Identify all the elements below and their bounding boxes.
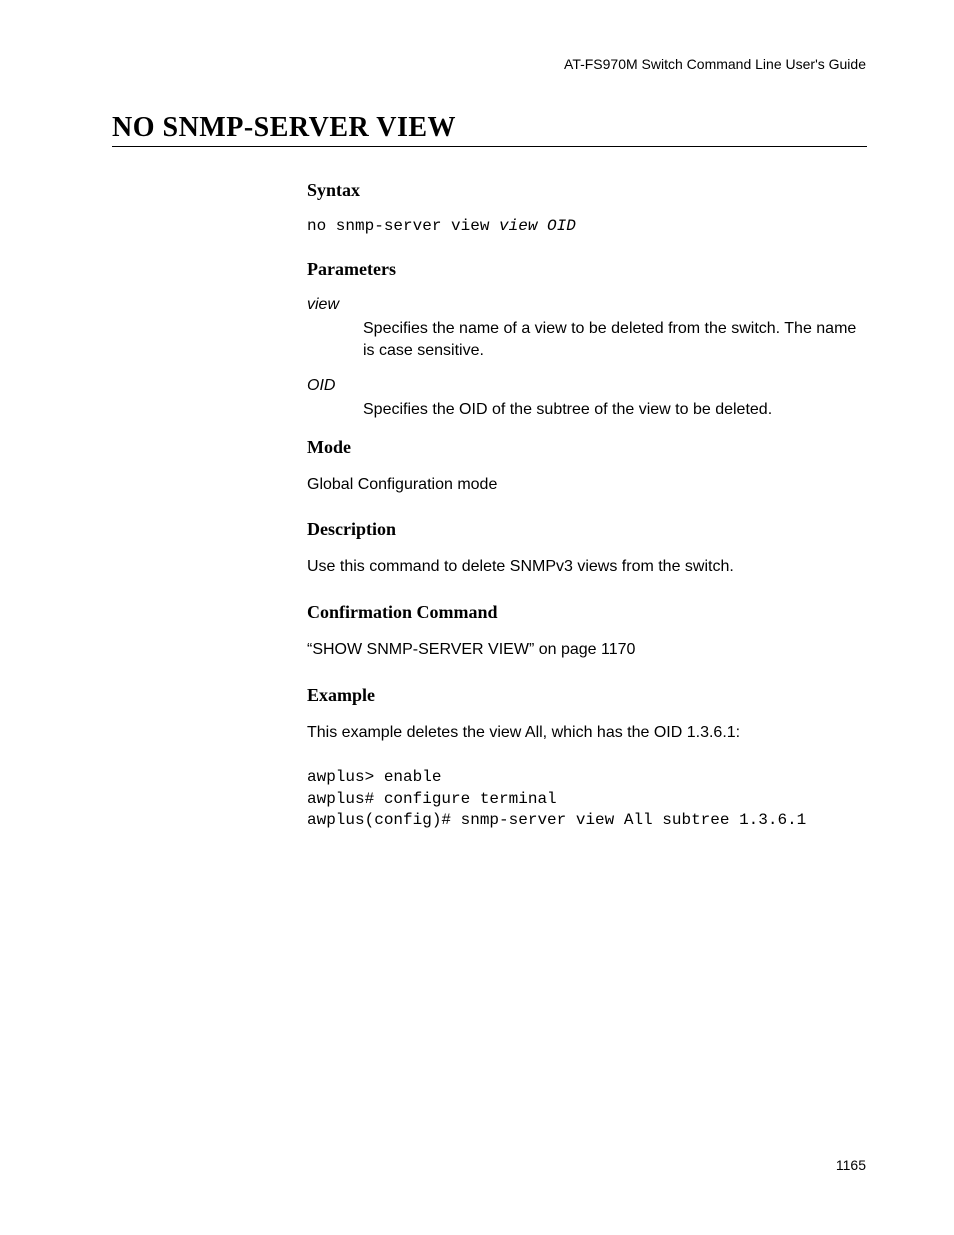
description-heading: Description (307, 519, 867, 540)
content-body: Syntax no snmp-server view view OID Para… (307, 180, 867, 840)
syntax-section: Syntax no snmp-server view view OID (307, 180, 867, 235)
description-section: Description Use this command to delete S… (307, 519, 867, 578)
header-guide-title: AT-FS970M Switch Command Line User's Gui… (564, 56, 866, 72)
page-number: 1165 (836, 1157, 866, 1173)
mode-heading: Mode (307, 437, 867, 458)
syntax-heading: Syntax (307, 180, 867, 201)
example-code: awplus> enable awplus# configure termina… (307, 767, 867, 832)
confirmation-heading: Confirmation Command (307, 602, 867, 623)
param-name-view: view (307, 296, 867, 314)
param-name-oid: OID (307, 377, 867, 395)
mode-section: Mode Global Configuration mode (307, 437, 867, 496)
syntax-prefix: no snmp-server view (307, 217, 499, 235)
example-section: Example This example deletes the view Al… (307, 685, 867, 832)
page-title: NO SNMP-SERVER VIEW (112, 112, 456, 144)
parameters-heading: Parameters (307, 259, 867, 280)
confirmation-section: Confirmation Command “SHOW SNMP-SERVER V… (307, 602, 867, 661)
title-rule (112, 146, 867, 147)
example-heading: Example (307, 685, 867, 706)
param-desc-oid: Specifies the OID of the subtree of the … (363, 399, 867, 421)
syntax-args: view OID (499, 217, 576, 235)
syntax-command: no snmp-server view view OID (307, 217, 867, 235)
param-desc-view: Specifies the name of a view to be delet… (363, 318, 867, 361)
parameters-section: Parameters view Specifies the name of a … (307, 259, 867, 421)
description-text: Use this command to delete SNMPv3 views … (307, 556, 867, 578)
example-intro: This example deletes the view All, which… (307, 722, 867, 744)
confirmation-text: “SHOW SNMP-SERVER VIEW” on page 1170 (307, 639, 867, 661)
mode-text: Global Configuration mode (307, 474, 867, 496)
